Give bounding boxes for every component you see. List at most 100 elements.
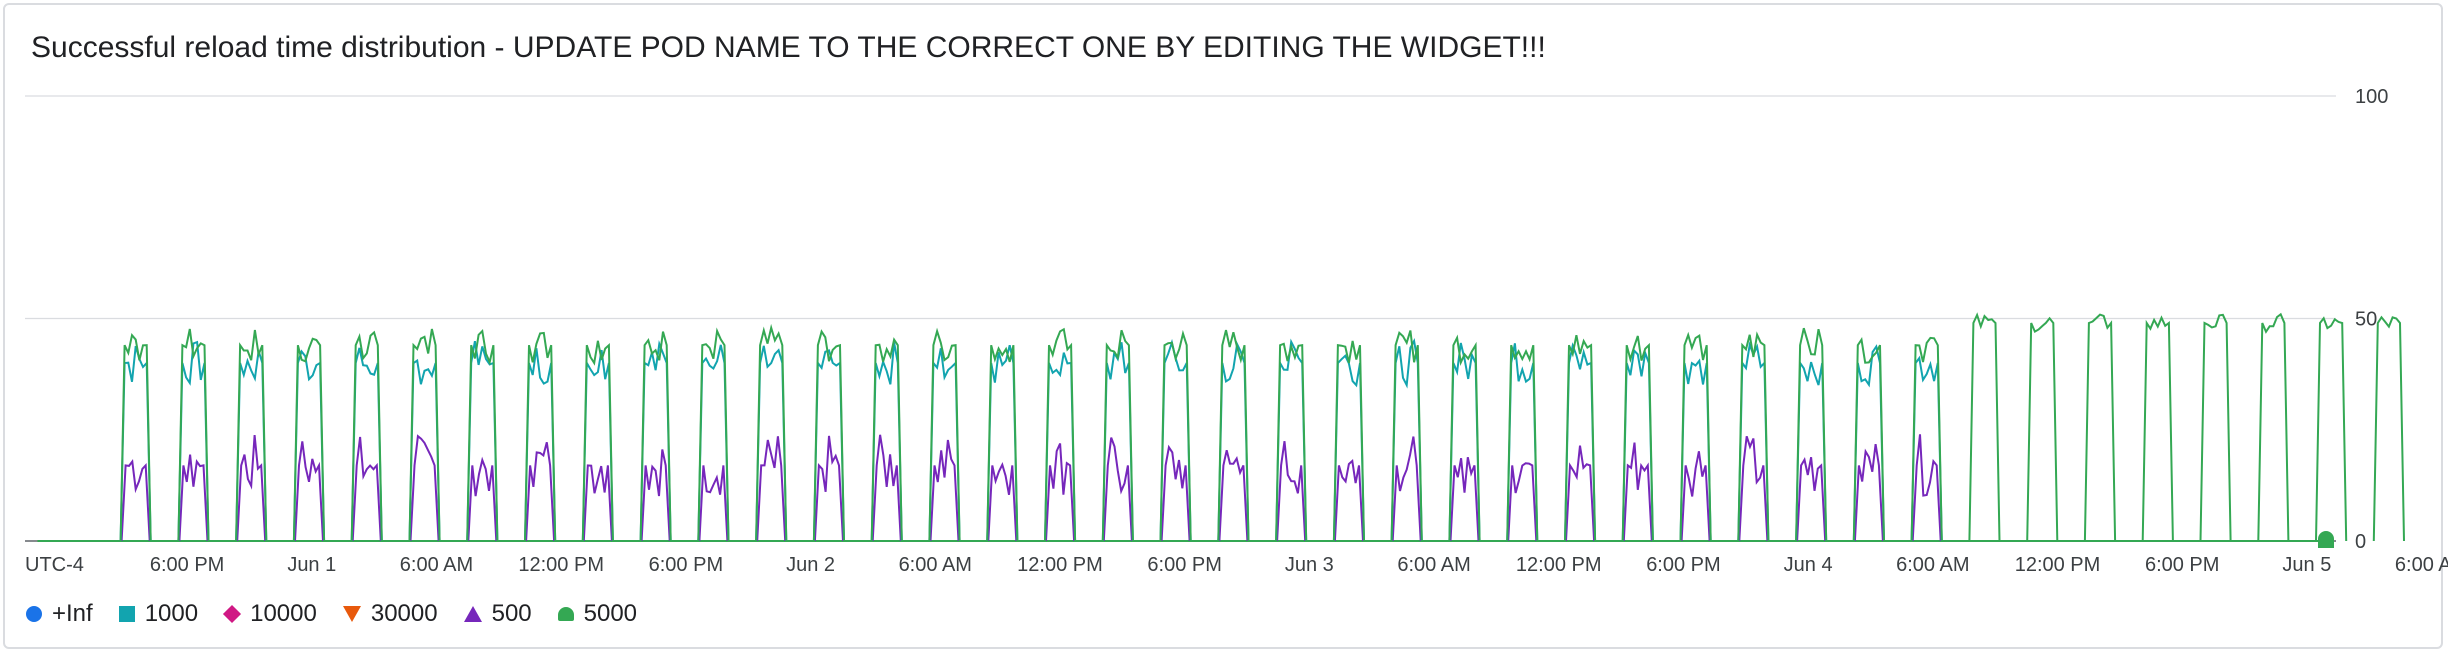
x-tick-label: Jun 3: [1285, 554, 1334, 576]
series-1000-pulse: [1159, 338, 1192, 542]
series-1000-pulse: [1448, 342, 1481, 542]
x-tick-label: 6:00 AM: [1896, 554, 1969, 576]
legend-label: 10000: [250, 600, 317, 627]
series-500-pulse: [236, 435, 267, 542]
series-5000-pulse: [1101, 329, 1134, 542]
series-5000-pulse: [1795, 327, 1828, 542]
chart-legend: +Inf 1000 10000 30000 500 5000: [26, 600, 663, 628]
series-5000-pulse: [350, 330, 383, 542]
series-5000-pulse: [928, 327, 961, 542]
series-5000-pulse: [235, 329, 268, 542]
series-500-pulse: [1796, 457, 1827, 542]
series-500-pulse: [813, 435, 844, 542]
series-5000-pulse: [119, 332, 152, 542]
x-tick-label: Jun 1: [287, 554, 336, 576]
legend-item-30000[interactable]: 30000: [342, 600, 438, 628]
series-1000-pulse: [1390, 337, 1423, 542]
series-500-pulse: [1738, 435, 1769, 542]
series-500-pulse: [178, 454, 209, 542]
series-500-pulse: [1680, 451, 1711, 542]
series-500-pulse: [987, 461, 1018, 542]
x-tick-label: 6:00 PM: [1646, 554, 1720, 576]
y-tick-label: 50: [2355, 309, 2377, 331]
square-marker-icon: [118, 606, 135, 622]
series-500-pulse: [351, 436, 382, 542]
series-500-pulse: [1160, 444, 1191, 542]
series-5000-pulse: [2083, 313, 2117, 542]
series-1000-pulse: [119, 345, 152, 542]
circle-marker-icon: [26, 606, 42, 622]
series-1000-pulse: [1275, 338, 1308, 542]
series-1000-pulse: [292, 349, 326, 542]
series-1000-pulse: [581, 349, 614, 542]
series-5000-pulse: [755, 323, 788, 542]
x-tick-label: 6:00 PM: [1147, 554, 1221, 576]
series-1000-pulse: [1101, 342, 1134, 542]
series-500-pulse: [294, 441, 324, 542]
series-1000-pulse: [986, 344, 1019, 542]
series-1000-pulse: [177, 340, 210, 542]
series-500-pulse: [1565, 445, 1596, 542]
series-1000-pulse: [466, 341, 499, 542]
series-1000-pulse: [1217, 340, 1250, 542]
x-tick-label: 12:00 PM: [1516, 554, 1602, 576]
triangle-up-marker-icon: [463, 606, 482, 622]
series-1000-pulse: [408, 358, 441, 542]
x-tick-label: 6:00 AM: [899, 554, 972, 576]
series-1000-pulse: [697, 344, 730, 542]
chart-canvas: 0 50 100 UTC-4 6:00 PM Jun 1 6:00 AM 12:00 PM 6:…: [25, 86, 2448, 576]
series-5000-pulse: [2257, 312, 2290, 542]
series-5000-pulse: [1217, 329, 1250, 542]
series-500-pulse: [467, 456, 498, 542]
legend-item-5000[interactable]: 5000: [557, 600, 637, 628]
series-1000-pulse: [350, 347, 383, 542]
half-circle-marker-icon: [557, 607, 574, 621]
series-5000-pulse: [466, 329, 499, 542]
x-tick-label: 12:00 PM: [518, 554, 604, 576]
series-500-pulse: [640, 449, 671, 542]
legend-item-10000[interactable]: 10000: [223, 600, 317, 628]
x-tick-label: Jun 4: [1784, 554, 1833, 576]
legend-item-500[interactable]: 500: [463, 600, 532, 628]
legend-item-1000[interactable]: 1000: [118, 600, 198, 628]
series-5000-pulse: [1621, 335, 1654, 542]
series-5000-pulse: [1968, 312, 2001, 542]
series-5000-pulse: [2372, 315, 2405, 542]
series-500-pulse: [1045, 443, 1076, 542]
series-5000-pulse: [2141, 315, 2174, 542]
series-5000-pulse: [2199, 313, 2232, 542]
legend-label: +Inf: [52, 600, 93, 627]
legend-label: 30000: [370, 600, 438, 627]
legend-label: 500: [491, 600, 532, 627]
series-5000-pulse: [408, 328, 441, 542]
x-tick-label: 6:00 PM: [150, 554, 224, 576]
series-500-pulse: [1622, 442, 1653, 542]
x-tick-label: 6:00 PM: [649, 554, 723, 576]
series-5000-pulse: [1044, 327, 1077, 542]
series-500-pulse: [120, 459, 151, 542]
series-500-pulse: [1911, 434, 1942, 542]
series-500-pulse: [1507, 462, 1538, 542]
series-500-pulse: [698, 465, 729, 542]
series-500-pulse: [1218, 449, 1249, 542]
triangle-down-marker-icon: [342, 606, 361, 622]
legend-item-inf[interactable]: +Inf: [26, 600, 93, 628]
x-tick-label: 6:00 PM: [2145, 554, 2219, 576]
series-5000-end-marker: [2318, 531, 2334, 548]
series-1000-pulse: [1564, 342, 1597, 542]
x-tick-label: 6:00 AM: [1397, 554, 1470, 576]
series-5000-pulse: [697, 327, 730, 542]
series-5000-pulse: [1390, 330, 1423, 542]
series-5000-pulse: [1737, 331, 1770, 542]
series-1000-pulse: [524, 348, 557, 542]
series-500-pulse: [1333, 459, 1364, 542]
series-1000-pulse: [639, 339, 672, 542]
series-5000-pulse: [2026, 316, 2059, 542]
diamond-marker-icon: [223, 604, 242, 624]
series-500-pulse: [1391, 436, 1422, 542]
y-tick-label: 0: [2355, 531, 2366, 553]
series-1000-pulse: [1621, 348, 1654, 542]
x-tick-label: 6:00 AM: [400, 554, 473, 576]
series-500-pulse: [1102, 437, 1133, 542]
x-tick-label: Jun 2: [786, 554, 835, 576]
